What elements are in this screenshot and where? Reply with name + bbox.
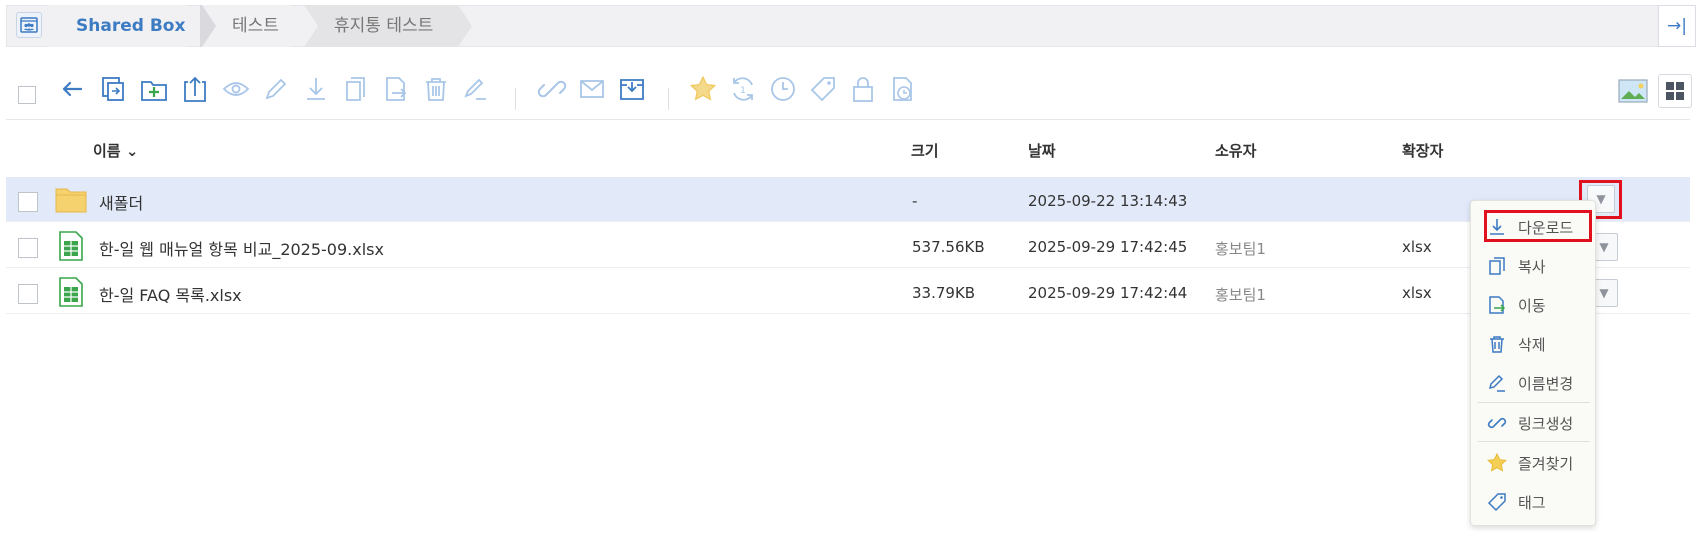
select-all-checkbox[interactable] xyxy=(18,86,36,104)
file-size: 33.79KB xyxy=(912,284,976,302)
table-row[interactable] xyxy=(6,269,1690,314)
file-date: 2025-09-22 13:14:43 xyxy=(1028,192,1188,210)
highlight-box xyxy=(1484,210,1592,242)
menu-item-delete[interactable]: 삭제 xyxy=(1486,329,1590,359)
history-icon[interactable] xyxy=(766,72,800,106)
grid-icon xyxy=(1666,82,1684,100)
row-checkbox[interactable] xyxy=(18,192,38,212)
file-date: 2025-09-29 17:42:45 xyxy=(1028,238,1188,256)
breadcrumb-item-test[interactable]: 테스트 xyxy=(202,5,304,47)
column-header-name[interactable]: 이름 ⌄ xyxy=(93,140,138,161)
edit-icon[interactable] xyxy=(259,72,293,106)
menu-item-rename[interactable]: 이름변경 xyxy=(1486,368,1590,398)
lock-time-icon[interactable] xyxy=(886,72,920,106)
toolbar-divider xyxy=(515,88,516,110)
toolbar-divider xyxy=(668,88,669,110)
thumbnail-view-button[interactable] xyxy=(1616,74,1650,108)
copy-to-icon[interactable] xyxy=(96,72,130,106)
archive-icon[interactable] xyxy=(615,72,649,106)
column-header-ext[interactable]: 확장자 xyxy=(1402,140,1443,161)
shared-box-home-icon[interactable] xyxy=(16,12,42,38)
link-icon xyxy=(1486,412,1508,434)
file-owner: 홍보팀1 xyxy=(1215,286,1266,304)
menu-item-copy[interactable]: 복사 xyxy=(1486,251,1590,281)
table-row[interactable] xyxy=(6,177,1690,222)
menu-item-create-link[interactable]: 링크생성 xyxy=(1486,408,1590,438)
grid-view-button[interactable] xyxy=(1658,74,1692,108)
file-name[interactable]: 새폴더 xyxy=(99,190,143,214)
menu-divider xyxy=(1478,441,1590,442)
sort-chevron-icon[interactable]: ⌄ xyxy=(126,142,139,160)
tag-icon xyxy=(1486,491,1508,513)
move-icon[interactable] xyxy=(379,72,413,106)
back-arrow-icon[interactable] xyxy=(55,72,89,106)
mail-icon[interactable] xyxy=(575,72,609,106)
copy-icon xyxy=(1486,255,1508,277)
delete-icon xyxy=(1486,333,1508,355)
version-icon[interactable]: 1 xyxy=(726,72,760,106)
lock-icon[interactable] xyxy=(846,72,880,106)
rename-icon[interactable] xyxy=(459,72,493,106)
favorite-icon[interactable] xyxy=(686,72,720,106)
xlsx-file-icon xyxy=(59,231,83,265)
chevron-down-icon: ▼ xyxy=(1599,286,1609,300)
move-icon xyxy=(1486,294,1508,316)
file-size: - xyxy=(912,192,918,210)
file-ext: xlsx xyxy=(1402,238,1432,256)
file-owner: 홍보팀1 xyxy=(1215,240,1266,258)
file-date: 2025-09-29 17:42:44 xyxy=(1028,284,1188,302)
xlsx-file-icon xyxy=(59,277,83,311)
new-folder-icon[interactable] xyxy=(137,72,171,106)
toolbar-divider-line xyxy=(6,119,1690,120)
breadcrumb-root[interactable]: Shared Box xyxy=(48,5,200,47)
column-header-size[interactable]: 크기 xyxy=(911,140,939,161)
upload-icon[interactable] xyxy=(178,72,212,106)
link-icon[interactable] xyxy=(535,72,569,106)
copy-icon[interactable] xyxy=(339,72,373,106)
favorite-icon xyxy=(1486,452,1508,474)
collapse-right-icon: →| xyxy=(1667,16,1687,36)
file-size: 537.56KB xyxy=(912,238,985,256)
file-name[interactable]: 한-일 FAQ 목록.xlsx xyxy=(99,282,242,306)
chevron-down-icon: ▼ xyxy=(1599,240,1609,254)
column-header-owner[interactable]: 소유자 xyxy=(1215,140,1256,161)
menu-item-move[interactable]: 이동 xyxy=(1486,290,1590,320)
delete-icon[interactable] xyxy=(419,72,453,106)
preview-icon[interactable] xyxy=(219,72,253,106)
folder-icon xyxy=(55,186,87,218)
menu-item-favorite[interactable]: 즐겨찾기 xyxy=(1486,448,1590,478)
image-view-icon xyxy=(1618,79,1648,103)
menu-divider xyxy=(1478,402,1590,403)
menu-item-tag[interactable]: 태그 xyxy=(1486,487,1590,517)
collapse-panel-button[interactable]: →| xyxy=(1658,5,1696,47)
file-ext: xlsx xyxy=(1402,284,1432,302)
row-checkbox[interactable] xyxy=(18,284,38,304)
row-checkbox[interactable] xyxy=(18,238,38,258)
rename-icon xyxy=(1486,372,1508,394)
download-icon[interactable] xyxy=(299,72,333,106)
tag-icon[interactable] xyxy=(806,72,840,106)
column-header-date[interactable]: 날짜 xyxy=(1028,140,1056,161)
svg-text:1: 1 xyxy=(740,86,746,96)
file-name[interactable]: 한-일 웹 매뉴얼 항목 비교_2025-09.xlsx xyxy=(99,236,384,260)
breadcrumb-item-trash-test[interactable]: 휴지통 테스트 xyxy=(304,5,472,47)
